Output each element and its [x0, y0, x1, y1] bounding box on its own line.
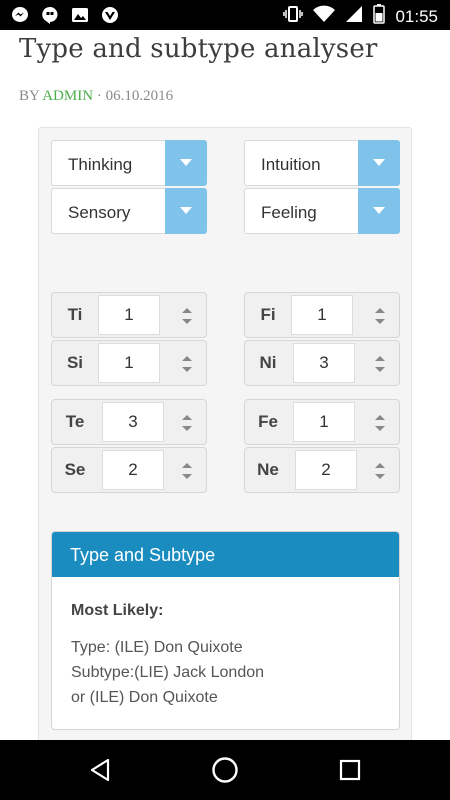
- wifi-icon: [313, 5, 336, 28]
- result-subtype-line: Subtype:(LIE) Jack London: [71, 664, 265, 681]
- spinner-arrows-icon[interactable]: [180, 305, 194, 327]
- dropdown-label: Intuition: [261, 155, 321, 174]
- hangouts-icon: [40, 5, 60, 25]
- chevron-down-icon[interactable]: [358, 140, 400, 186]
- messenger-icon: [10, 5, 30, 25]
- result-alt-line: or (ILE) Don Quixote: [71, 689, 218, 706]
- spinner-arrows-icon[interactable]: [373, 353, 387, 375]
- spinner-arrows-icon[interactable]: [373, 460, 387, 482]
- function-label: Se: [64, 460, 86, 479]
- function-label: Ni: [259, 353, 277, 372]
- page-title: Type and subtype analyser: [19, 34, 378, 64]
- spinner-arrows-icon[interactable]: [180, 353, 194, 375]
- function-input-ti: Ti 1: [51, 292, 207, 338]
- byline: BY ADMIN · 06.10.2016: [19, 88, 173, 105]
- dropdown-label: Sensory: [68, 203, 131, 222]
- function-label: Ne: [257, 460, 279, 479]
- function-input-fe: Fe 1: [244, 399, 400, 445]
- function-input-se: Se 2: [51, 447, 207, 493]
- gallery-icon: [70, 5, 90, 25]
- dropdown-label: Feeling: [261, 203, 317, 222]
- function-value-input[interactable]: 3: [102, 402, 164, 442]
- post-date: 06.10.2016: [105, 88, 174, 104]
- battery-icon: [373, 4, 386, 29]
- function-value-input[interactable]: 2: [102, 450, 164, 490]
- function-label: Fe: [258, 412, 278, 431]
- function-input-ne: Ne 2: [244, 447, 400, 493]
- dropdown-label: Thinking: [68, 155, 133, 174]
- recents-icon[interactable]: [334, 754, 366, 786]
- spinner-arrows-icon[interactable]: [373, 412, 387, 434]
- function-label: Te: [65, 412, 85, 431]
- spinner-arrows-icon[interactable]: [373, 305, 387, 327]
- function-value-input[interactable]: 2: [295, 450, 357, 490]
- byline-prefix: BY: [19, 88, 40, 104]
- clock: 01:55: [395, 6, 438, 26]
- function-input-fi: Fi 1: [244, 292, 400, 338]
- function-label: Fi: [260, 305, 276, 324]
- function-value-input[interactable]: 3: [293, 343, 355, 383]
- most-likely-label: Most Likely:: [71, 602, 164, 619]
- function-label: Si: [66, 353, 84, 372]
- chevron-down-icon[interactable]: [358, 188, 400, 234]
- navigation-bar: [0, 740, 450, 800]
- dropdown-thinking[interactable]: Thinking: [51, 140, 207, 186]
- chevron-down-icon[interactable]: [165, 188, 207, 234]
- dropdown-feeling[interactable]: Feeling: [244, 188, 400, 234]
- function-input-te: Te 3: [51, 399, 207, 445]
- dropdown-sensory[interactable]: Sensory: [51, 188, 207, 234]
- function-value-input[interactable]: 1: [98, 343, 160, 383]
- result-heading: Type and Subtype: [52, 532, 399, 577]
- home-icon[interactable]: [209, 754, 241, 786]
- status-bar: 01:55: [0, 0, 450, 30]
- function-input-ni: Ni 3: [244, 340, 400, 386]
- function-label: Ti: [67, 305, 83, 324]
- function-value-input[interactable]: 1: [293, 402, 355, 442]
- author-link[interactable]: ADMIN: [42, 88, 93, 104]
- byline-separator: ·: [96, 88, 102, 104]
- dropdown-intuition[interactable]: Intuition: [244, 140, 400, 186]
- signal-icon: [345, 5, 363, 28]
- result-card: Type and Subtype Most Likely: Type: (ILE…: [51, 531, 400, 730]
- function-value-input[interactable]: 1: [291, 295, 353, 335]
- result-type-line: Type: (ILE) Don Quixote: [71, 639, 243, 656]
- spinner-arrows-icon[interactable]: [180, 412, 194, 434]
- function-input-si: Si 1: [51, 340, 207, 386]
- vibrate-icon: [283, 5, 304, 28]
- chevron-down-icon[interactable]: [165, 140, 207, 186]
- back-icon[interactable]: [84, 754, 116, 786]
- function-value-input[interactable]: 1: [98, 295, 160, 335]
- vpn-icon: [100, 5, 120, 25]
- spinner-arrows-icon[interactable]: [180, 460, 194, 482]
